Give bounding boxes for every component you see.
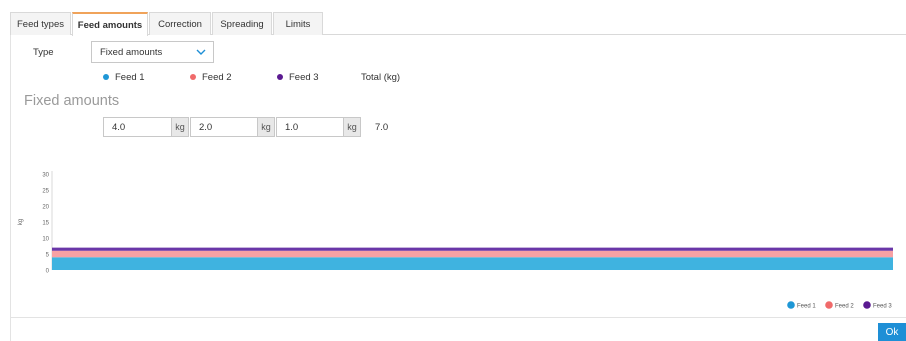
ok-button[interactable]: Ok bbox=[878, 323, 906, 341]
y-tick-label: 5 bbox=[46, 253, 50, 259]
series-area-feed-2 bbox=[52, 250, 893, 258]
y-tick-label: 25 bbox=[42, 189, 49, 195]
y-tick-label: 15 bbox=[42, 221, 49, 227]
series-area-feed-3 bbox=[52, 247, 893, 251]
y-axis-label: kg bbox=[18, 219, 24, 225]
y-tick-label: 10 bbox=[42, 237, 49, 243]
y-tick-label: 30 bbox=[42, 173, 49, 179]
footer-divider bbox=[10, 317, 906, 318]
legend-marker-feed-2 bbox=[825, 301, 833, 309]
y-tick-label: 20 bbox=[42, 205, 49, 211]
feed-amounts-chart: 30 25 20 15 10 5 0 kg Feed 1 Feed 2 Feed 3 bbox=[18, 171, 893, 310]
y-tick-label: 0 bbox=[46, 269, 50, 275]
legend-label-feed-3: Feed 3 bbox=[873, 304, 892, 310]
legend-marker-feed-1 bbox=[787, 301, 795, 309]
legend-label-feed-2: Feed 2 bbox=[835, 304, 854, 310]
legend-label-feed-1: Feed 1 bbox=[797, 304, 816, 310]
series-area-feed-1 bbox=[52, 257, 893, 270]
legend-marker-feed-3 bbox=[863, 301, 871, 309]
